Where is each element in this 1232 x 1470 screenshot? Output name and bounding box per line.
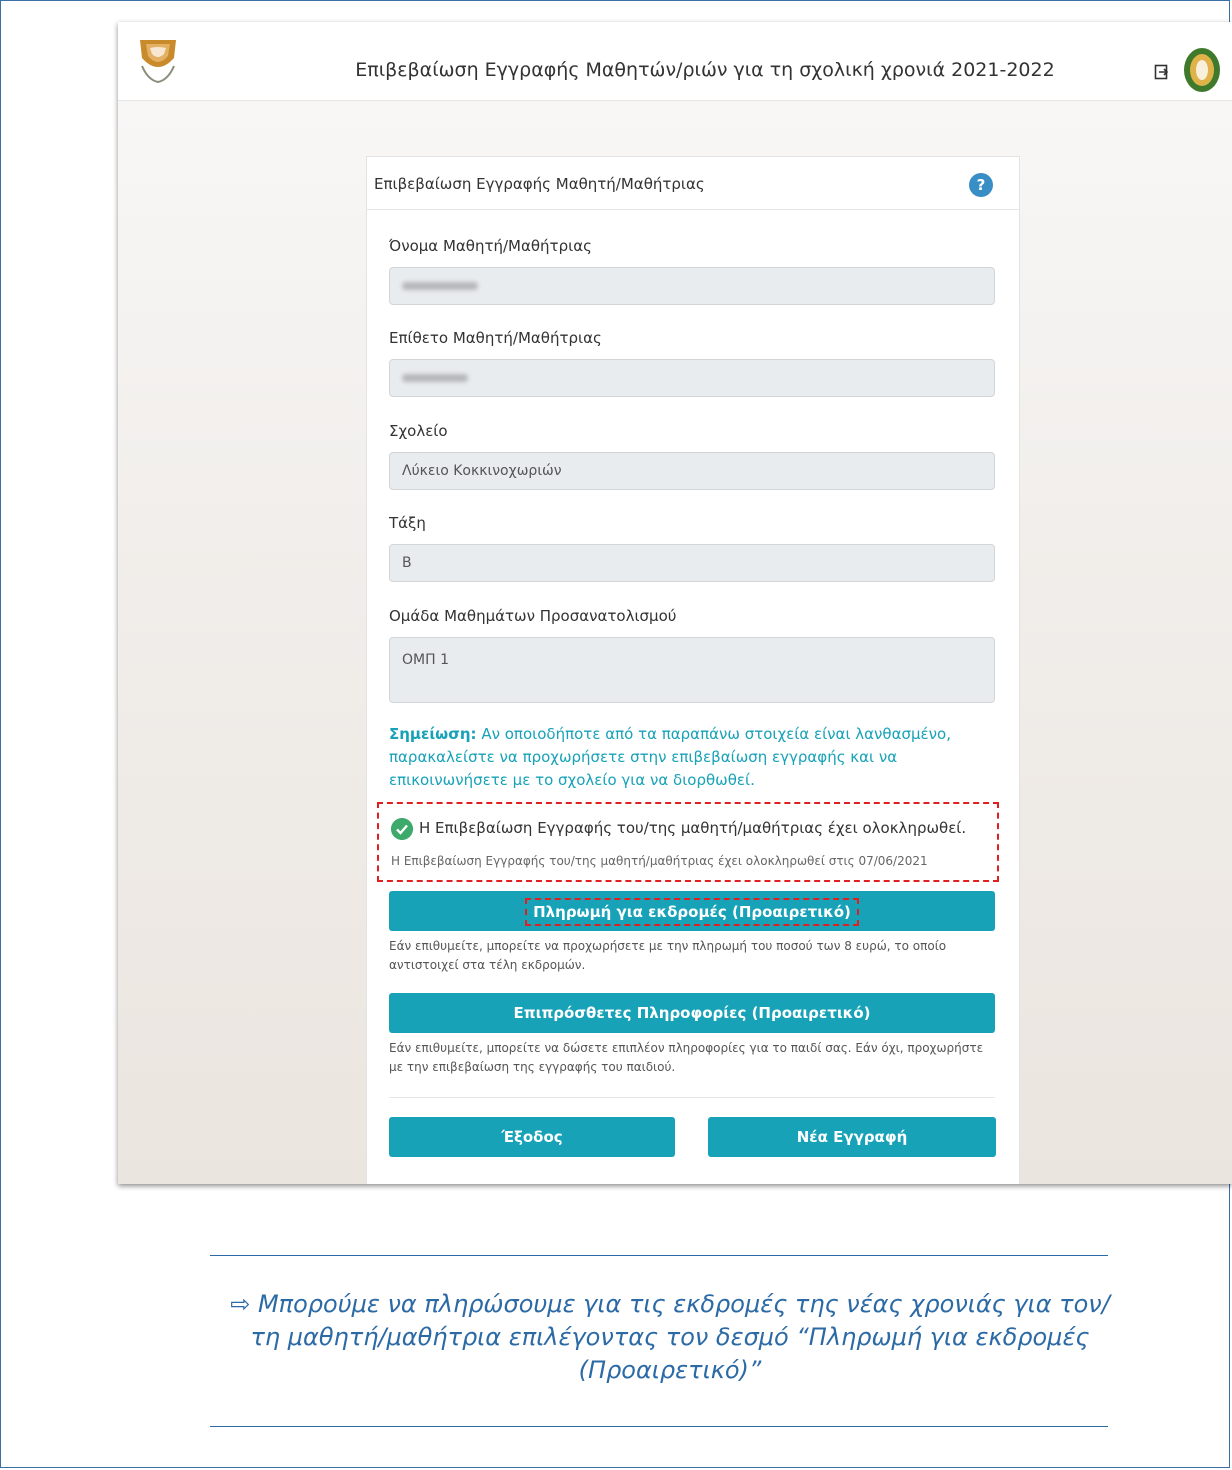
payment-help-text: Εάν επιθυμείτε, μπορείτε να προχωρήσετε …: [389, 939, 947, 972]
app-title: Επιβεβαίωση Εγγραφής Μαθητών/ριών για τη…: [355, 59, 1055, 81]
card-header: Επιβεβαίωση Εγγραφής Μαθητή/Μαθήτριας ?: [367, 157, 1019, 210]
completion-status-box: Η Επιβεβαίωση Εγγραφής του/της μαθητή/μα…: [377, 802, 999, 882]
extra-info-help-text: Εάν επιθυμείτε, μπορείτε να δώσετε επιπλ…: [389, 1041, 984, 1074]
completion-title: Η Επιβεβαίωση Εγγραφής του/της μαθητή/μα…: [419, 819, 967, 837]
subject-group-label: Ομάδα Μαθημάτων Προσανατολισμού: [389, 607, 677, 625]
correction-note: Σημείωση: Αν οποιοδήποτε από τα παραπάνω…: [389, 723, 999, 792]
check-circle-icon: [391, 818, 413, 840]
new-registration-button[interactable]: Νέα Εγγραφή: [708, 1117, 996, 1157]
caption-rule-bottom: [210, 1426, 1108, 1427]
completion-detail: Η Επιβεβαίωση Εγγραφής του/της μαθητή/μα…: [391, 854, 928, 868]
first-name-label: Όνομα Μαθητή/Μαθήτριας: [389, 237, 592, 255]
class-field: Β: [389, 544, 995, 582]
extra-info-button[interactable]: Επιπρόσθετες Πληροφορίες (Προαιρετικό): [389, 993, 995, 1033]
first-name-field: [389, 267, 995, 305]
redacted-last-name: [402, 374, 468, 382]
class-label: Τάξη: [389, 514, 426, 532]
logout-icon[interactable]: [1154, 64, 1170, 80]
instruction-caption: ⇨ Μπορούμε να πληρώσουμε για τις εκδρομέ…: [230, 1288, 1110, 1387]
card-divider: [389, 1097, 995, 1098]
note-label: Σημείωση:: [389, 725, 477, 743]
card-title: Επιβεβαίωση Εγγραφής Μαθητή/Μαθήτριας: [374, 175, 705, 193]
app-screenshot: Επιβεβαίωση Εγγραφής Μαθητών/ριών για τη…: [118, 22, 1232, 1184]
redacted-first-name: [402, 282, 478, 290]
top-bar: Επιβεβαίωση Εγγραφής Μαθητών/ριών για τη…: [118, 22, 1232, 101]
question-circle-icon[interactable]: ?: [969, 173, 993, 197]
caption-rule-top: [210, 1255, 1108, 1256]
last-name-label: Επίθετο Μαθητή/Μαθήτριας: [389, 329, 602, 347]
payment-button[interactable]: Πληρωμή για εκδρομές (Προαιρετικό): [389, 891, 995, 931]
school-field: Λύκειο Κοκκινοχωριών: [389, 452, 995, 490]
payment-button-label: Πληρωμή για εκδρομές (Προαιρετικό): [525, 897, 859, 926]
subject-group-field: ΟΜΠ 1: [389, 637, 995, 703]
arrow-right-icon: ⇨: [230, 1290, 251, 1318]
caption-text: Μπορούμε να πληρώσουμε για τις εκδρομές …: [250, 1290, 1110, 1384]
last-name-field: [389, 359, 995, 397]
registration-card: Επιβεβαίωση Εγγραφής Μαθητή/Μαθήτριας ? …: [366, 156, 1020, 1184]
exit-button[interactable]: Έξοδος: [389, 1117, 675, 1157]
ministry-crest-icon: [1184, 48, 1220, 92]
school-label: Σχολείο: [389, 422, 448, 440]
